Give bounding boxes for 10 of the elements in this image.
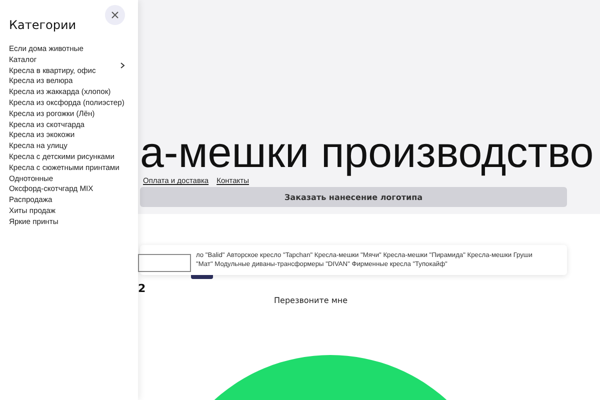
callback-button[interactable]: Перезвоните мне — [270, 294, 352, 307]
number-text: 2 — [138, 282, 146, 295]
order-logo-button[interactable]: Заказать нанесение логотипа — [140, 187, 567, 207]
close-button[interactable] — [105, 5, 125, 25]
chevron-right-icon — [120, 62, 125, 69]
input-field[interactable] — [138, 254, 191, 272]
page-heading: а-мешки производство — [140, 128, 595, 178]
dark-bar — [191, 275, 213, 279]
drawer-title: Категории — [9, 18, 78, 32]
close-icon — [111, 11, 119, 19]
